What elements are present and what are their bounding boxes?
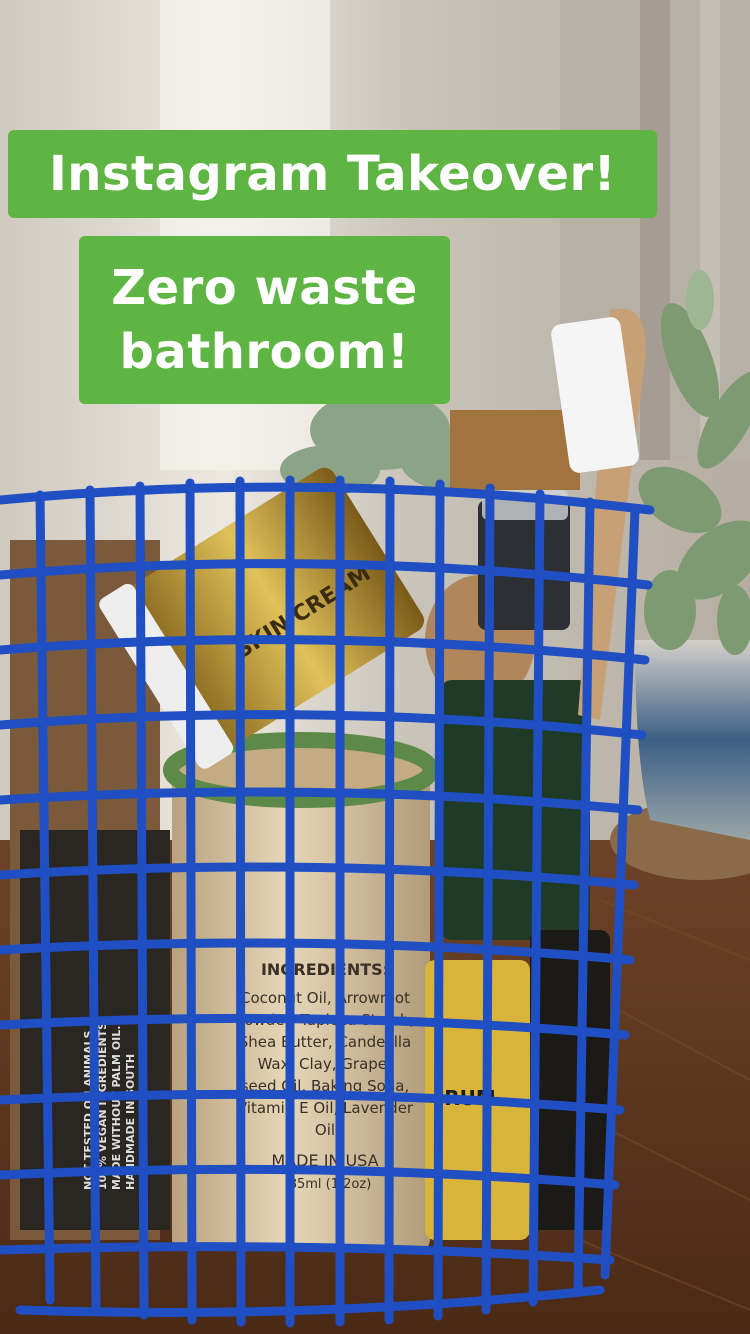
subtitle-line-1: Zero waste: [111, 260, 418, 316]
svg-text:Coconut Oil, Arrowroot: Coconut Oil, Arrowroot: [240, 989, 410, 1007]
plant-pot: [635, 640, 750, 840]
svg-text:85ml (1.2oz): 85ml (1.2oz): [289, 1177, 372, 1192]
story-title-caption: Instagram Takeover!: [8, 130, 657, 218]
story-subtitle-caption: Zero waste bathroom!: [79, 236, 450, 404]
svg-text:INGREDIENTS:: INGREDIENTS:: [261, 960, 389, 979]
curtain-fold: [640, 0, 670, 460]
svg-text:MADE WITHOUT PALM OIL.: MADE WITHOUT PALM OIL.: [110, 1026, 123, 1190]
svg-text:Wax, Clay, Grape-: Wax, Clay, Grape-: [258, 1055, 393, 1073]
svg-text:Oil: Oil: [315, 1121, 335, 1139]
subtitle-line-2: bathroom!: [119, 324, 410, 380]
background-wooden-box: [450, 410, 580, 490]
